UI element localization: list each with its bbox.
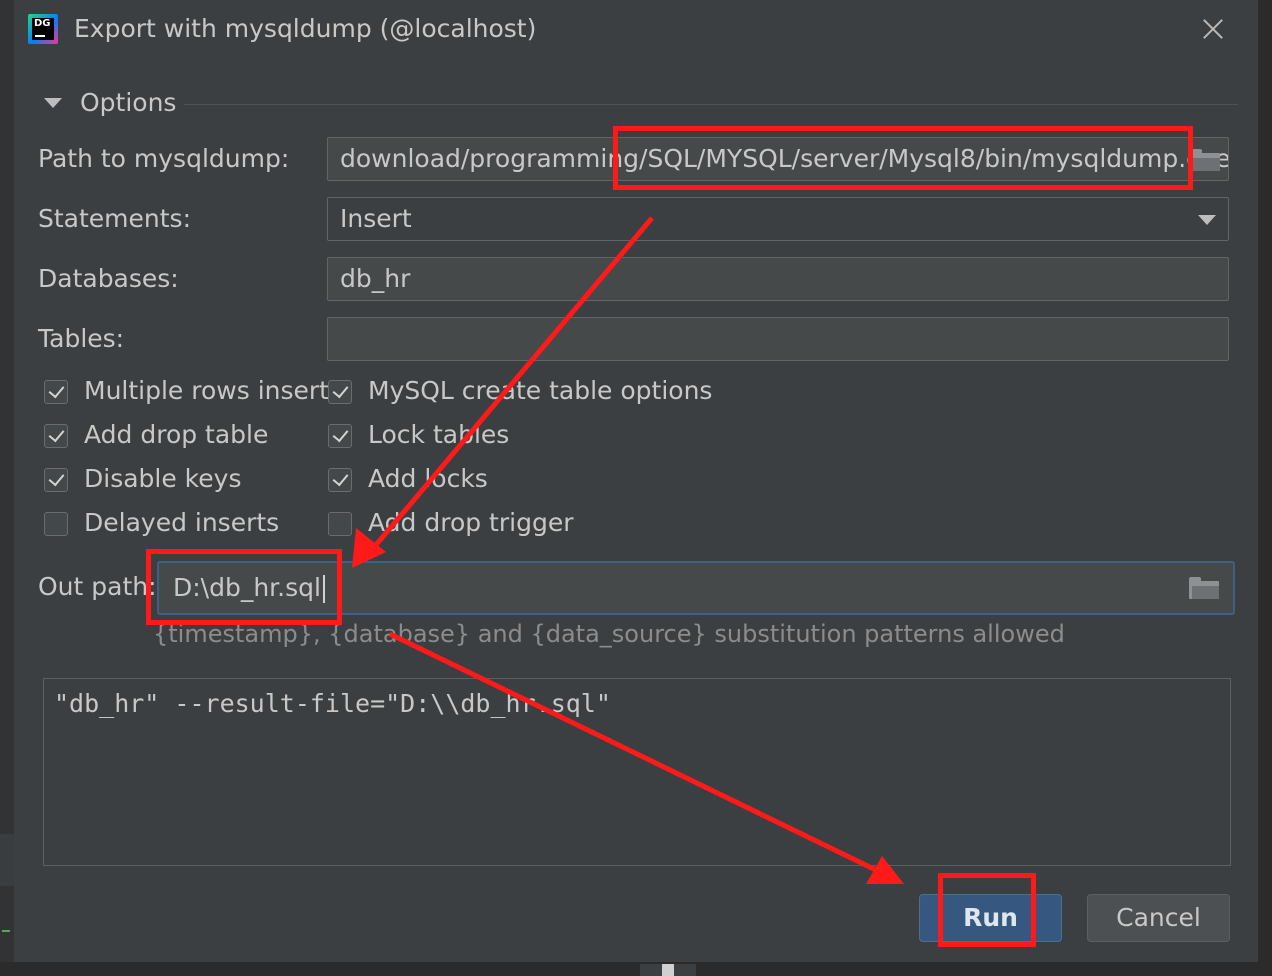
checkbox-label: MySQL create table options [368,376,713,405]
checkbox-label: Add drop trigger [368,508,574,537]
checkbox-label: Add drop table [84,420,269,449]
dialog-title: Export with mysqldump (@localhost) [74,14,537,43]
checkmark-icon [332,381,349,399]
expand-triangle-icon[interactable] [44,98,62,108]
section-divider [184,104,1238,105]
run-button[interactable]: Run [919,894,1062,942]
checkbox-disable-keys[interactable]: Disable keys [44,464,304,498]
folder-icon[interactable] [1189,577,1219,599]
export-dialog: DG Export with mysqldump (@localhost) Op… [14,0,1258,962]
checkbox-box[interactable] [328,512,352,536]
checkbox-box[interactable] [44,424,68,448]
checkmark-icon [48,469,65,487]
checkbox-box[interactable] [44,512,68,536]
statements-select[interactable]: Insert [327,197,1229,241]
options-section-title: Options [80,88,177,117]
checkbox-box[interactable] [44,468,68,492]
out-path-field[interactable]: D:\db_hr.sql [157,561,1235,615]
background-scroll-handle [640,964,696,976]
chevron-down-icon[interactable] [1198,215,1216,225]
tables-label: Tables: [38,324,125,353]
path-to-mysqldump-field[interactable]: download/programming/SQL/MYSQL/server/My… [327,137,1229,181]
checkbox-multiple-rows-inserts[interactable]: Multiple rows inserts [44,376,342,410]
checkbox-box[interactable] [328,424,352,448]
checkbox-add-drop-table[interactable]: Add drop table [44,420,304,454]
checkbox-delayed-inserts[interactable]: Delayed inserts [44,508,304,542]
checkmark-icon [332,469,349,487]
out-path-hint: {timestamp}, {database} and {data_source… [153,620,1065,648]
checkbox-label: Disable keys [84,464,242,493]
databases-field[interactable]: db_hr [327,257,1229,301]
cancel-button[interactable]: Cancel [1087,894,1230,942]
checkbox-box[interactable] [328,468,352,492]
checkbox-label: Delayed inserts [84,508,280,537]
checkbox-box[interactable] [44,380,68,404]
text-caret [322,575,325,603]
background-gutter-block [0,834,14,886]
out-path-value: D:\db_hr.sql [173,573,321,602]
checkmark-icon [332,425,349,443]
path-label: Path to mysqldump: [38,144,290,173]
checkmark-icon [48,425,65,443]
background-gutter-marker [2,930,10,932]
out-path-label: Out path: [38,572,157,601]
databases-value: db_hr [340,264,411,293]
checkbox-label: Lock tables [368,420,510,449]
checkbox-label: Multiple rows inserts [84,376,342,405]
dialog-titlebar: DG Export with mysqldump (@localhost) [14,0,1258,60]
checkbox-add-drop-trigger[interactable]: Add drop trigger [328,508,588,542]
background-bottom-bar [0,962,1272,976]
checkbox-add-locks[interactable]: Add locks [328,464,528,498]
close-icon[interactable] [1198,14,1228,44]
folder-icon[interactable] [1190,149,1220,171]
app-logo-icon: DG [28,14,58,44]
checkbox-label: Add locks [368,464,488,493]
databases-label: Databases: [38,264,179,293]
checkmark-icon [48,381,65,399]
path-value: download/programming/SQL/MYSQL/server/My… [340,144,1229,173]
tables-field[interactable] [327,317,1229,361]
checkbox-mysql-create-table-options[interactable]: MySQL create table options [328,376,712,410]
background-editor-strip [0,0,14,976]
checkbox-box[interactable] [328,380,352,404]
command-preview[interactable]: "db_hr" --result-file="D:\\db_hr.sql" [43,678,1231,866]
checkbox-lock-tables[interactable]: Lock tables [328,420,528,454]
statements-label: Statements: [38,204,192,233]
options-section-header[interactable]: Options [42,88,1238,118]
statements-value: Insert [340,204,412,233]
